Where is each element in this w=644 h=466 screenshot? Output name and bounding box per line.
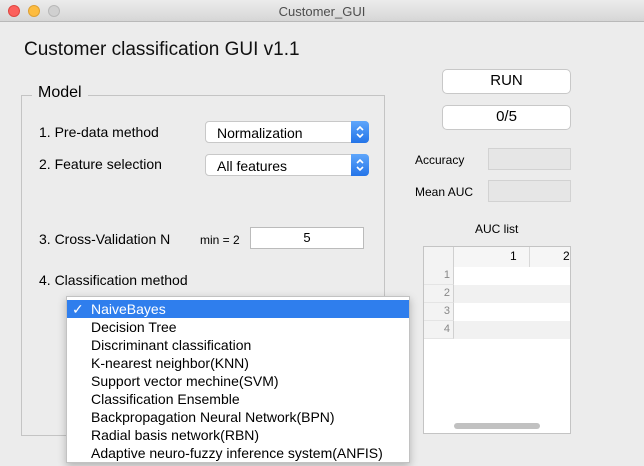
pre-data-label: 1. Pre-data method: [39, 124, 159, 140]
updown-arrows-icon: [351, 121, 369, 143]
pre-data-select[interactable]: Normalization: [205, 121, 369, 143]
row-header[interactable]: 2: [424, 285, 454, 303]
pre-data-value: Normalization: [217, 125, 303, 141]
progress-display: 0/5: [442, 105, 571, 130]
app-title: Customer classification GUI v1.1: [24, 39, 300, 60]
classification-method-dropdown: ✓ NaiveBayes Decision Tree Discriminant …: [66, 296, 410, 463]
feature-selection-label: 2. Feature selection: [39, 156, 162, 172]
cross-validation-input[interactable]: 5: [250, 227, 364, 249]
menu-item-decision-tree[interactable]: Decision Tree: [67, 318, 409, 336]
feature-selection-value: All features: [217, 158, 288, 174]
mean-auc-field: [488, 180, 571, 202]
auc-list-label: AUC list: [475, 222, 519, 236]
window-titlebar: Customer_GUI: [0, 0, 644, 22]
table-corner: [424, 247, 454, 267]
menu-item-knn[interactable]: K-nearest neighbor(KNN): [67, 354, 409, 372]
row-header[interactable]: 3: [424, 303, 454, 321]
table-row[interactable]: [454, 267, 570, 285]
menu-item-svm[interactable]: Support vector mechine(SVM): [67, 372, 409, 390]
model-panel-title: Model: [32, 84, 88, 102]
accuracy-label: Accuracy: [415, 153, 465, 167]
menu-item-anfis[interactable]: Adaptive neuro-fuzzy inference system(AN…: [67, 444, 409, 462]
table-row[interactable]: [454, 303, 570, 321]
run-button[interactable]: RUN: [442, 69, 571, 94]
table-row[interactable]: [454, 285, 570, 303]
auc-table-header: 1 2: [424, 247, 570, 268]
checkmark-icon: ✓: [72, 301, 84, 317]
horizontal-scrollbar[interactable]: [454, 423, 540, 429]
window-title: Customer_GUI: [278, 4, 366, 19]
column-header[interactable]: 2: [563, 249, 570, 263]
column-header[interactable]: 1: [510, 249, 517, 263]
table-row[interactable]: [454, 321, 570, 339]
feature-selection-select[interactable]: All features: [205, 154, 369, 176]
auc-table[interactable]: 1 2 1 2 3 4: [423, 246, 571, 434]
accuracy-field: [488, 148, 571, 170]
menu-item-rbn[interactable]: Radial basis network(RBN): [67, 426, 409, 444]
menu-item-naivebayes[interactable]: ✓ NaiveBayes: [67, 300, 409, 318]
menu-item-bpn[interactable]: Backpropagation Neural Network(BPN): [67, 408, 409, 426]
mean-auc-label: Mean AUC: [415, 185, 474, 199]
cross-validation-hint: min = 2: [200, 233, 240, 247]
updown-arrows-icon: [351, 154, 369, 176]
row-header[interactable]: 1: [424, 267, 454, 285]
menu-item-ensemble[interactable]: Classification Ensemble: [67, 390, 409, 408]
classification-method-label: 4. Classification method: [39, 272, 188, 288]
menu-item-discriminant[interactable]: Discriminant classification: [67, 336, 409, 354]
cross-validation-label: 3. Cross-Validation N: [39, 231, 171, 247]
row-header[interactable]: 4: [424, 321, 454, 339]
